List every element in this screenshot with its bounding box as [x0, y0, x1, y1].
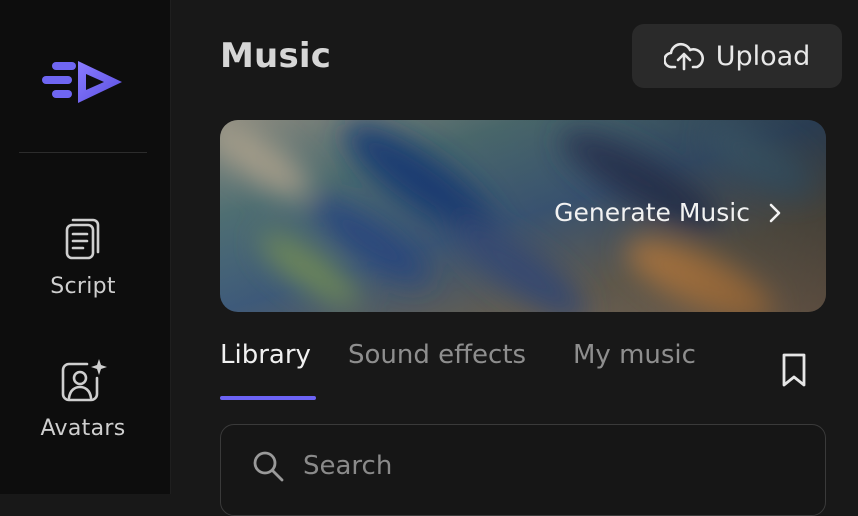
chevron-right-icon	[769, 203, 781, 222]
search-input[interactable]	[301, 445, 785, 487]
active-tab-indicator	[220, 396, 316, 400]
sidebar-item-script[interactable]: Script	[0, 216, 166, 299]
main-panel: Music Upload Generate Music Library Soun…	[171, 0, 858, 516]
search-icon	[253, 451, 284, 482]
user-sparkle-icon	[61, 359, 107, 402]
generate-music-label: Generate Music	[554, 198, 750, 227]
generate-music-cta[interactable]: Generate Music	[554, 198, 782, 227]
sidebar: Script Avatars	[0, 0, 171, 494]
upload-button[interactable]: Upload	[632, 24, 842, 88]
cloud-upload-icon	[663, 42, 704, 71]
sidebar-item-label: Avatars	[40, 416, 126, 441]
sidebar-divider	[19, 152, 147, 153]
page-title: Music	[220, 36, 332, 76]
bookmark-button[interactable]	[780, 352, 808, 392]
tab-sound-effects[interactable]: Sound effects	[348, 340, 526, 370]
search-box[interactable]	[220, 424, 826, 516]
generate-music-banner[interactable]: Generate Music	[220, 120, 826, 312]
play-arrow-logo-icon[interactable]	[40, 56, 126, 106]
tab-library[interactable]: Library	[220, 340, 311, 370]
upload-label: Upload	[715, 40, 811, 72]
sidebar-item-avatars[interactable]: Avatars	[0, 358, 166, 441]
document-icon	[65, 218, 100, 260]
sidebar-item-label: Script	[50, 274, 116, 299]
bookmark-icon	[782, 353, 806, 387]
tab-my-music[interactable]: My music	[573, 340, 696, 370]
